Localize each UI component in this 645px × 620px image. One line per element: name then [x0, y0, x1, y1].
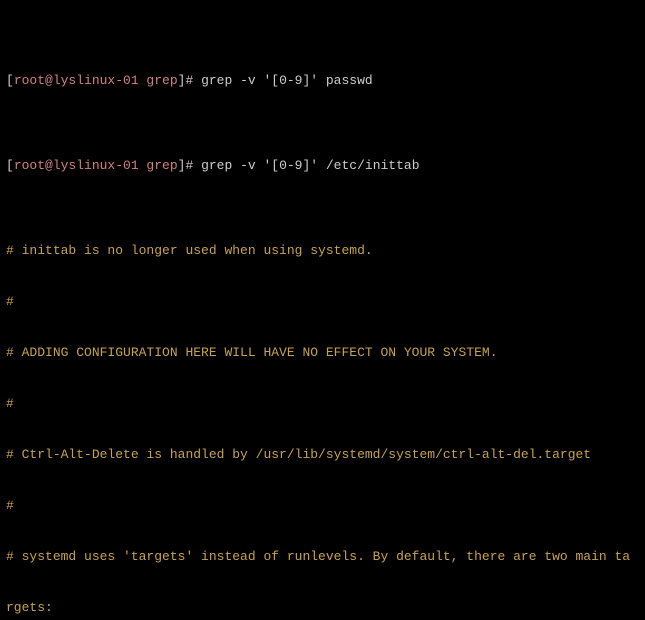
command-text: grep -v '[0-9]' /etc/inittab: [201, 158, 419, 173]
file-line-wrap: rgets:: [6, 599, 639, 616]
user-host: root@lyslinux-01 grep: [14, 158, 178, 173]
command-text: grep -v '[0-9]' passwd: [201, 73, 373, 88]
file-text: inittab is no longer used when using sys…: [14, 243, 373, 258]
file-text: systemd uses 'targets' instead of runlev…: [14, 549, 630, 564]
prompt-line: [root@lyslinux-01 grep]# grep -v '[0-9]'…: [6, 157, 639, 174]
bracket-open: [: [6, 73, 14, 88]
prompt-symbol: #: [185, 158, 201, 173]
prompt-symbol: #: [185, 73, 201, 88]
file-line: # ADDING CONFIGURATION HERE WILL HAVE NO…: [6, 344, 639, 361]
file-line: #: [6, 293, 639, 310]
file-text: rgets:: [6, 600, 53, 615]
hash-char: #: [6, 447, 14, 462]
file-line: # inittab is no longer used when using s…: [6, 242, 639, 259]
terminal[interactable]: [root@lyslinux-01 grep]# grep -v '[0-9]'…: [0, 0, 645, 620]
file-line: #: [6, 497, 639, 514]
hash-char: #: [6, 243, 14, 258]
file-line: # systemd uses 'targets' instead of runl…: [6, 548, 639, 565]
file-line: # Ctrl-Alt-Delete is handled by /usr/lib…: [6, 446, 639, 463]
file-text: Ctrl-Alt-Delete is handled by /usr/lib/s…: [14, 447, 591, 462]
file-text: ADDING CONFIGURATION HERE WILL HAVE NO E…: [14, 345, 498, 360]
hash-char: #: [6, 498, 14, 513]
bracket-open: [: [6, 158, 14, 173]
hash-char: #: [6, 345, 14, 360]
hash-char: #: [6, 396, 14, 411]
user-host: root@lyslinux-01 grep: [14, 73, 178, 88]
prompt-line: [root@lyslinux-01 grep]# grep -v '[0-9]'…: [6, 72, 639, 89]
file-line: #: [6, 395, 639, 412]
hash-char: #: [6, 294, 14, 309]
hash-char: #: [6, 549, 14, 564]
